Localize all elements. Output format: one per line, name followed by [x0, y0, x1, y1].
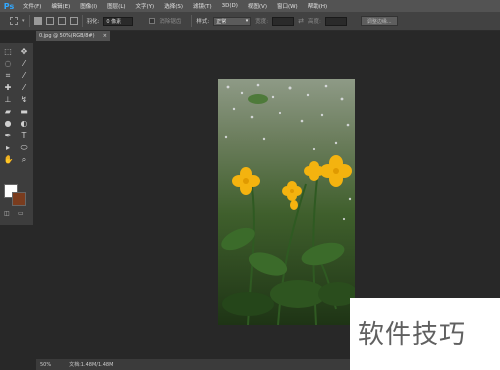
close-icon[interactable]: ×: [103, 33, 107, 39]
watermark-box: 软件技巧: [350, 298, 500, 370]
options-bar: ▾ 羽化: 0 像素 消除锯齿 样式: 正常 ▾ 宽度: ⇄ 高度: 调整边缘.…: [0, 12, 500, 31]
refine-edge-button[interactable]: 调整边缘...: [360, 16, 398, 26]
antialias-label: 消除锯齿: [159, 19, 182, 25]
lasso-icon[interactable]: ◌: [4, 59, 13, 68]
path-select-icon[interactable]: ▸: [4, 143, 13, 152]
gradient-icon[interactable]: ▬: [20, 107, 29, 116]
brush-icon[interactable]: ⁄: [20, 83, 29, 92]
zoom-icon[interactable]: ⌕: [20, 155, 29, 164]
antialias-checkbox[interactable]: [149, 18, 156, 24]
menu-image[interactable]: 图像(I): [75, 2, 102, 10]
background-color-swatch[interactable]: [12, 192, 26, 206]
type-icon[interactable]: T: [20, 131, 29, 140]
menu-type[interactable]: 文字(Y): [131, 2, 160, 10]
subtract-selection-icon[interactable]: [57, 17, 66, 25]
eraser-icon[interactable]: ▰: [4, 107, 13, 116]
menu-help[interactable]: 帮助(H): [303, 2, 332, 10]
style-select[interactable]: 正常 ▾: [213, 16, 252, 26]
menu-window[interactable]: 窗口(W): [272, 2, 303, 10]
quick-mask-icon[interactable]: ◫: [4, 210, 10, 217]
document-info: 文档:1.48M/1.48M: [69, 362, 114, 368]
width-input[interactable]: [272, 16, 295, 26]
dodge-icon[interactable]: ◐: [20, 119, 29, 128]
watermark-text: 软件技巧: [358, 320, 467, 350]
chevron-down-icon[interactable]: ▾: [22, 18, 25, 24]
new-selection-icon[interactable]: [33, 17, 42, 25]
feather-label: 羽化:: [86, 19, 100, 25]
chevron-down-icon: ▾: [245, 18, 249, 24]
swap-dimensions-icon[interactable]: ⇄: [298, 17, 304, 25]
crop-icon[interactable]: ⌗: [4, 71, 13, 80]
add-selection-icon[interactable]: [45, 17, 54, 25]
menu-file[interactable]: 文件(F): [18, 2, 46, 10]
document-tab[interactable]: 0.jpg @ 50%(RGB/8#) ×: [36, 31, 110, 41]
divider: [191, 15, 193, 27]
divider: [28, 15, 30, 27]
menu-select[interactable]: 选择(S): [159, 2, 188, 10]
feather-input[interactable]: 0 像素: [103, 16, 134, 26]
flower-photo: [218, 79, 355, 325]
photoshop-logo: Ps: [3, 1, 15, 11]
blur-icon[interactable]: ●: [4, 119, 13, 128]
stamp-icon[interactable]: ⊥: [4, 95, 13, 104]
zoom-level[interactable]: 50%: [40, 362, 51, 368]
eyedropper-icon[interactable]: ⁄: [20, 71, 29, 80]
history-brush-icon[interactable]: ↯: [20, 95, 29, 104]
menu-edit[interactable]: 编辑(E): [46, 2, 75, 10]
document-tab-title: 0.jpg @ 50%(RGB/8#): [39, 33, 95, 39]
style-label: 样式:: [196, 19, 210, 25]
pen-icon[interactable]: ✒: [4, 131, 13, 140]
hand-icon[interactable]: ✋: [4, 155, 14, 164]
height-label: 高度:: [307, 19, 321, 25]
menu-bar: Ps 文件(F) 编辑(E) 图像(I) 图层(L) 文字(Y) 选择(S) 滤…: [0, 0, 500, 12]
style-select-value: 正常: [216, 18, 227, 25]
divider: [81, 15, 83, 27]
height-input[interactable]: [324, 16, 347, 26]
menu-3d[interactable]: 3D(D): [217, 3, 243, 9]
move-icon[interactable]: ✥: [20, 47, 29, 56]
shape-icon[interactable]: ⬭: [20, 143, 29, 152]
marquee-preset-icon[interactable]: [10, 17, 18, 25]
screen-mode-icon[interactable]: ▭: [18, 210, 24, 217]
marquee-icon[interactable]: ⬚: [4, 47, 13, 56]
menu-view[interactable]: 视图(V): [243, 2, 272, 10]
menu-layer[interactable]: 图层(L): [102, 2, 130, 10]
menu-filter[interactable]: 滤镜(T): [188, 2, 217, 10]
healing-icon[interactable]: ✚: [4, 83, 13, 92]
width-label: 宽度:: [255, 19, 269, 25]
magic-wand-icon[interactable]: ⁄: [20, 59, 29, 68]
intersect-selection-icon[interactable]: [69, 17, 78, 25]
